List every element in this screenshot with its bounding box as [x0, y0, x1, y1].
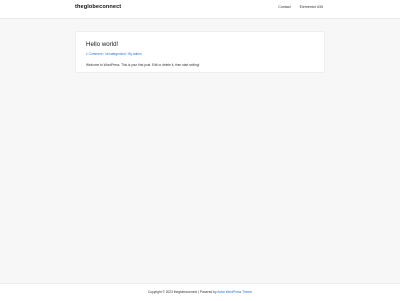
footer-copyright-text: Copyright © 2023 theglobeconnect | Power… [147, 290, 218, 294]
site-footer: Copyright © 2023 theglobeconnect | Power… [0, 283, 400, 301]
post-category-link[interactable]: Uncategorized [105, 52, 126, 56]
post-title-link[interactable]: Hello world! [86, 41, 118, 48]
nav-item-contact[interactable]: Contact [278, 5, 290, 9]
nav-item-elementor-35[interactable]: Elementor #35 [300, 5, 323, 9]
footer-theme-link[interactable]: Astra WordPress Theme [217, 290, 252, 294]
site-title-link[interactable]: theglobeconnect [75, 4, 121, 10]
site-header: theglobeconnect Contact Elementor #35 [0, 0, 400, 19]
post-excerpt: Welcome to WordPress. This is your first… [86, 63, 200, 68]
post-author-link[interactable]: By admin [128, 52, 141, 56]
post-comments-link[interactable]: 1 Comment [86, 52, 102, 56]
post-card: Hello world! 1 Comment / Uncategorized /… [75, 31, 325, 73]
primary-nav: Contact Elementor #35 [278, 5, 323, 9]
post-meta: 1 Comment / Uncategorized / By admin [86, 52, 142, 56]
footer-copyright: Copyright © 2023 theglobeconnect | Power… [0, 290, 400, 294]
